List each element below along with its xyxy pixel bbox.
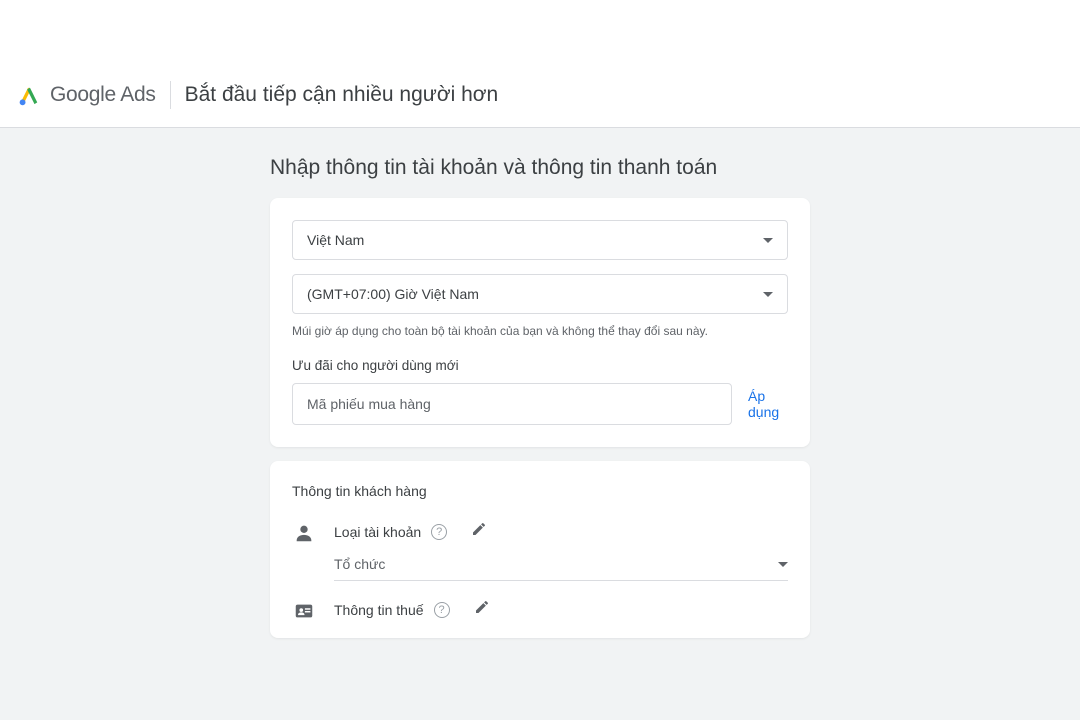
- tax-info-row: Thông tin thuế ?: [292, 599, 788, 628]
- account-type-select[interactable]: Tổ chức: [334, 550, 788, 581]
- person-icon: [292, 521, 316, 545]
- app-header: Google Ads Bắt đầu tiếp cận nhiều người …: [0, 0, 1080, 128]
- customer-info-card: Thông tin khách hàng Loại tài khoản ? Tổ…: [270, 461, 810, 638]
- chevron-down-icon: [763, 238, 773, 243]
- google-ads-icon: [18, 84, 40, 106]
- timezone-select-value: (GMT+07:00) Giờ Việt Nam: [307, 286, 479, 302]
- help-icon[interactable]: ?: [431, 524, 447, 540]
- customer-info-title: Thông tin khách hàng: [292, 483, 788, 499]
- account-type-row: Loại tài khoản ? Tổ chức: [292, 521, 788, 581]
- promo-placeholder: Mã phiếu mua hàng: [307, 396, 431, 412]
- id-card-icon: [292, 599, 316, 623]
- help-icon[interactable]: ?: [434, 602, 450, 618]
- chevron-down-icon: [763, 292, 773, 297]
- country-select-value: Việt Nam: [307, 232, 364, 248]
- edit-icon[interactable]: [474, 599, 490, 620]
- product-logo: Google Ads: [18, 83, 156, 107]
- header-subtitle: Bắt đầu tiếp cận nhiều người hơn: [185, 83, 499, 107]
- timezone-select[interactable]: (GMT+07:00) Giờ Việt Nam: [292, 274, 788, 314]
- account-type-value: Tổ chức: [334, 556, 385, 572]
- account-type-label: Loại tài khoản: [334, 524, 421, 540]
- header-divider: [170, 81, 171, 109]
- country-select[interactable]: Việt Nam: [292, 220, 788, 260]
- page-title: Nhập thông tin tài khoản và thông tin th…: [270, 156, 810, 180]
- tax-info-label: Thông tin thuế: [334, 602, 424, 618]
- timezone-helper-text: Múi giờ áp dụng cho toàn bộ tài khoản củ…: [292, 324, 788, 338]
- promo-code-input[interactable]: Mã phiếu mua hàng: [292, 383, 732, 425]
- account-settings-card: Việt Nam (GMT+07:00) Giờ Việt Nam Múi gi…: [270, 198, 810, 447]
- edit-icon[interactable]: [471, 521, 487, 542]
- promo-section-label: Ưu đãi cho người dùng mới: [292, 358, 788, 373]
- product-name: Google Ads: [50, 83, 156, 107]
- content-area: Nhập thông tin tài khoản và thông tin th…: [0, 128, 1080, 720]
- apply-button[interactable]: Áp dụng: [748, 388, 788, 420]
- chevron-down-icon: [778, 562, 788, 567]
